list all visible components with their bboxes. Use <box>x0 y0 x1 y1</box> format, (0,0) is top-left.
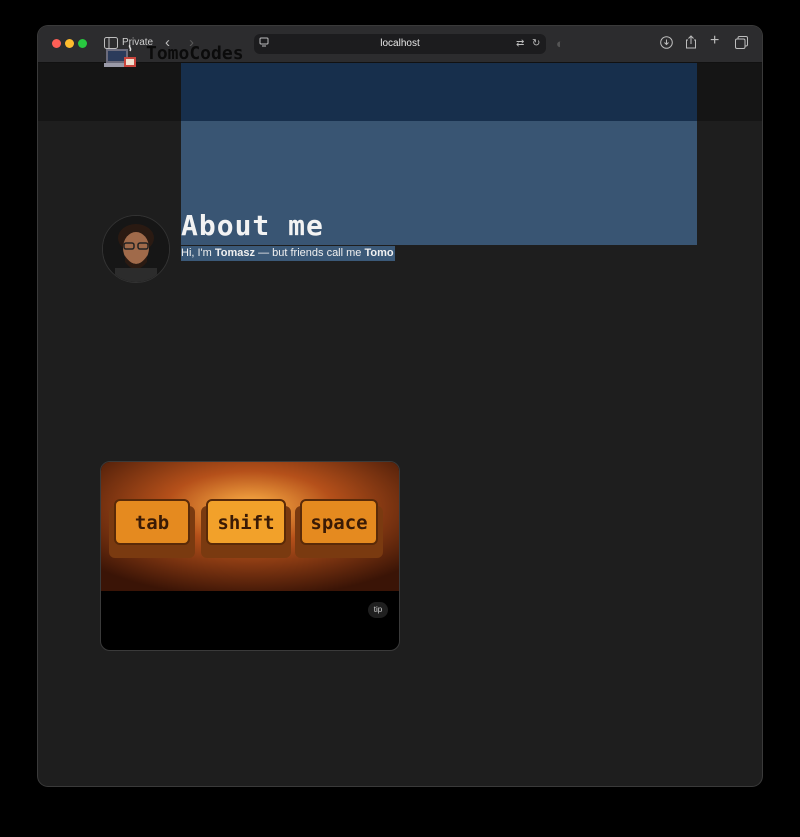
intro-nickname: Tomo <box>364 247 394 259</box>
zoom-window-button[interactable] <box>78 39 87 48</box>
intro-prefix: Hi, I'm <box>181 247 215 259</box>
intro-name: Tomasz <box>214 247 256 259</box>
tab-overview-icon[interactable] <box>735 36 748 52</box>
key-space: space <box>310 512 367 534</box>
url-text: localhost <box>380 38 420 49</box>
minimize-window-button[interactable] <box>65 39 74 48</box>
address-bar[interactable]: localhost ⇄ ↻ <box>254 34 546 54</box>
avatar <box>102 215 170 283</box>
close-window-button[interactable] <box>52 39 61 48</box>
intro-text: Hi, I'm Tomasz — but friends call me Tom… <box>181 246 395 261</box>
keyboard-tip-card[interactable]: tab shift space tip <box>100 461 400 651</box>
share-icon[interactable] <box>685 35 697 52</box>
key-shift: shift <box>217 512 274 534</box>
key-tab: tab <box>135 512 169 534</box>
page-title: About me <box>181 209 324 242</box>
new-tab-icon[interactable]: + <box>710 33 719 49</box>
keycaps-illustration: tab shift space <box>101 462 399 591</box>
intro-middle: — but friends call me <box>255 247 365 259</box>
downloads-icon[interactable] <box>660 36 673 52</box>
site-logo[interactable] <box>104 39 138 71</box>
site-brand[interactable]: TomoCodes <box>146 43 244 64</box>
browser-window: Private ‹ › localhost ⇄ ↻ ◐ + TomoCodes … <box>38 26 762 786</box>
reload-icon[interactable]: ↻ <box>532 37 540 51</box>
translate-icon[interactable]: ⇄ <box>516 37 524 51</box>
privacy-shield-icon: ◐ <box>556 36 564 51</box>
tip-badge: tip <box>368 602 388 618</box>
